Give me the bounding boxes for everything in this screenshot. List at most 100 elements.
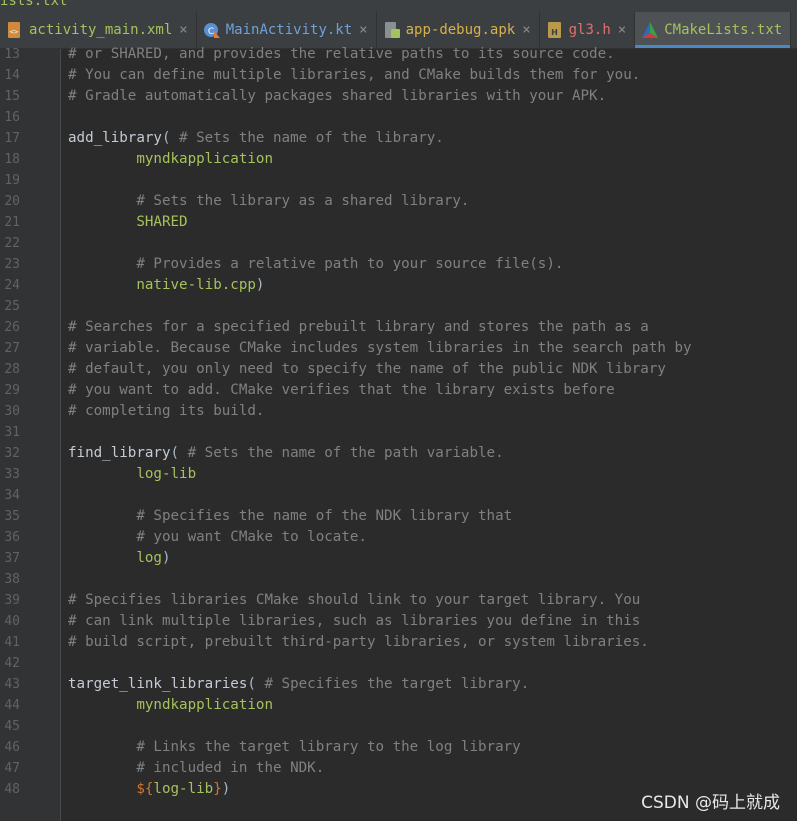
line-number: 38 — [4, 572, 20, 587]
svg-text:<>: <> — [10, 28, 18, 36]
code-line[interactable]: 22 — [0, 233, 797, 254]
code-token: # you want CMake to locate. — [68, 529, 367, 545]
close-tab-icon[interactable]: × — [179, 22, 187, 38]
editor-tab-label: gl3.h — [568, 22, 611, 38]
code-line[interactable]: 18 myndkapplication — [0, 149, 797, 170]
code-editor[interactable]: 13 # or SHARED, and provides the relative… — [0, 46, 797, 821]
code-text: # completing its build. — [68, 401, 264, 422]
code-line[interactable]: 15 # Gradle automatically packages shared… — [0, 86, 797, 107]
line-number: 22 — [4, 236, 20, 251]
code-text: # variable. Because CMake includes syste… — [68, 338, 692, 359]
line-number: 46 — [4, 740, 20, 755]
code-text: myndkapplication — [68, 695, 273, 716]
code-token: # Searches for a specified prebuilt libr… — [68, 319, 649, 335]
code-line[interactable]: 14 # You can define multiple libraries, a… — [0, 65, 797, 86]
code-text: ${log-lib}) — [68, 779, 230, 800]
code-line[interactable]: 38 — [0, 569, 797, 590]
line-number: 18 — [4, 152, 20, 167]
code-text: # included in the NDK. — [68, 758, 324, 779]
line-number: 37 — [4, 551, 20, 566]
code-line[interactable]: 27 # variable. Because CMake includes sys… — [0, 338, 797, 359]
code-line[interactable]: 30 # completing its build. — [0, 401, 797, 422]
line-number: 14 — [4, 68, 20, 83]
code-text: add_library( # Sets the name of the libr… — [68, 128, 444, 149]
editor-tab[interactable]: <> activity_main.xml × — [0, 12, 197, 48]
close-tab-icon[interactable]: × — [618, 22, 626, 38]
editor-tab[interactable]: app-debug.apk × — [377, 12, 540, 48]
code-line[interactable]: 37 log) — [0, 548, 797, 569]
code-token: # Gradle automatically packages shared l… — [68, 88, 607, 104]
code-text: log-lib — [68, 464, 196, 485]
code-token: # Sets the name of the library. — [179, 130, 444, 146]
line-number: 28 — [4, 362, 20, 377]
code-line[interactable]: 43 target_link_libraries( # Specifies the… — [0, 674, 797, 695]
line-number: 36 — [4, 530, 20, 545]
code-token: # you want to add. CMake verifies that t… — [68, 382, 615, 398]
code-line[interactable]: 17 add_library( # Sets the name of the li… — [0, 128, 797, 149]
code-token: # completing its build. — [68, 403, 265, 419]
code-line[interactable]: 26 # Searches for a specified prebuilt li… — [0, 317, 797, 338]
code-token: # default, you only need to specify the … — [68, 361, 666, 377]
code-line[interactable]: 16 — [0, 107, 797, 128]
code-line[interactable]: 23 # Provides a relative path to your so… — [0, 254, 797, 275]
editor-tab[interactable]: C MainActivity.kt × — [197, 12, 377, 48]
line-number: 21 — [4, 215, 20, 230]
code-token: # Specifies the name of the NDK library … — [68, 508, 513, 524]
kotlin-file-icon: C — [203, 21, 221, 39]
editor-tab[interactable]: Hgl3.h × — [540, 12, 636, 48]
code-line[interactable]: 45 — [0, 716, 797, 737]
code-line[interactable]: 40 # can link multiple libraries, such as… — [0, 611, 797, 632]
code-token: # included in the NDK. — [68, 760, 325, 776]
code-line[interactable]: 29 # you want to add. CMake verifies that… — [0, 380, 797, 401]
code-text: # Specifies the name of the NDK library … — [68, 506, 512, 527]
code-line[interactable]: 19 — [0, 170, 797, 191]
code-line[interactable]: 13 # or SHARED, and provides the relative… — [0, 44, 797, 65]
code-token: # You can define multiple libraries, and… — [68, 67, 641, 83]
line-number: 45 — [4, 719, 20, 734]
code-line[interactable]: 34 — [0, 485, 797, 506]
code-token: log-lib — [68, 466, 197, 482]
code-text: # You can define multiple libraries, and… — [68, 65, 640, 86]
code-line[interactable]: 41 # build script, prebuilt third-party l… — [0, 632, 797, 653]
editor-tab-label: MainActivity.kt — [225, 22, 353, 38]
line-number: 17 — [4, 131, 20, 146]
code-line[interactable]: 28 # default, you only need to specify th… — [0, 359, 797, 380]
code-text: # Gradle automatically packages shared l… — [68, 86, 606, 107]
code-line[interactable]: 32 find_library( # Sets the name of the p… — [0, 443, 797, 464]
code-token: # Sets the name of the path variable. — [187, 445, 504, 461]
code-token: ( — [247, 676, 265, 692]
code-line[interactable]: 44 myndkapplication — [0, 695, 797, 716]
code-token: myndkapplication — [68, 697, 273, 713]
line-number: 47 — [4, 761, 20, 776]
code-line[interactable]: 42 — [0, 653, 797, 674]
code-text: # Searches for a specified prebuilt libr… — [68, 317, 649, 338]
code-token: # or SHARED, and provides the relative p… — [68, 46, 615, 62]
code-line[interactable]: 24 native-lib.cpp) — [0, 275, 797, 296]
line-number: 32 — [4, 446, 20, 461]
previous-tab-row-text: ists.txt — [0, 0, 68, 9]
code-token: # Sets the library as a shared library. — [68, 193, 470, 209]
code-line[interactable]: 20 # Sets the library as a shared librar… — [0, 191, 797, 212]
editor-tab[interactable]: CMakeLists.txt — [635, 12, 792, 48]
svg-text:H: H — [551, 28, 558, 37]
close-tab-icon[interactable]: × — [359, 22, 367, 38]
line-number: 34 — [4, 488, 20, 503]
code-text: target_link_libraries( # Specifies the t… — [68, 674, 529, 695]
code-line[interactable]: 36 # you want CMake to locate. — [0, 527, 797, 548]
code-line[interactable]: 46 # Links the target library to the log… — [0, 737, 797, 758]
line-number: 23 — [4, 257, 20, 272]
code-line[interactable]: 35 # Specifies the name of the NDK libra… — [0, 506, 797, 527]
code-line[interactable]: 47 # included in the NDK. — [0, 758, 797, 779]
code-text: # or SHARED, and provides the relative p… — [68, 44, 615, 65]
line-number: 48 — [4, 782, 20, 797]
code-token: add_library — [68, 130, 162, 146]
code-line[interactable]: 39 # Specifies libraries CMake should lin… — [0, 590, 797, 611]
code-text: # you want CMake to locate. — [68, 527, 367, 548]
close-tab-icon[interactable]: × — [522, 22, 530, 38]
code-token: ( — [161, 130, 180, 146]
code-line[interactable]: 33 log-lib — [0, 464, 797, 485]
code-line[interactable]: 21 SHARED — [0, 212, 797, 233]
code-line[interactable]: 31 — [0, 422, 797, 443]
code-line[interactable]: 25 — [0, 296, 797, 317]
code-token: # variable. Because CMake includes syste… — [68, 340, 692, 356]
